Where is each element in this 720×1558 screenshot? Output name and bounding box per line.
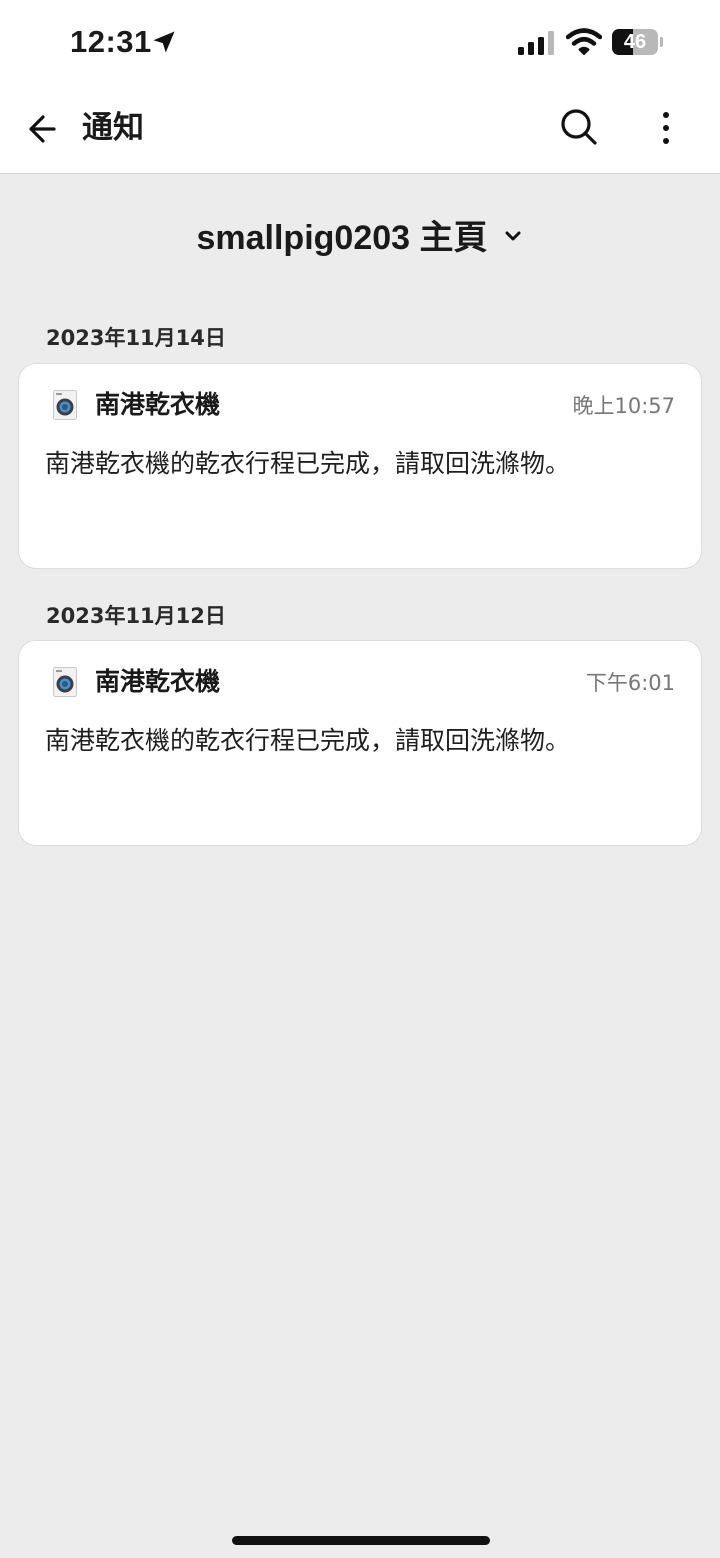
notification-card[interactable]: 南港乾衣機 下午6:01 南港乾衣機的乾衣行程已完成，請取回洗滌物。 — [18, 640, 702, 846]
notification-time: 下午6:01 — [585, 671, 675, 695]
status-time: 12:31 — [70, 24, 152, 59]
battery-level: 46 — [623, 31, 647, 53]
home-indicator[interactable] — [232, 1536, 490, 1545]
device-name: 南港乾衣機 — [95, 390, 221, 419]
location-arrow-icon — [153, 31, 175, 53]
home-selector-label: smallpig0203 主頁 — [196, 218, 488, 257]
app-header: 通知 — [0, 88, 720, 174]
battery-body: 46 — [612, 29, 658, 55]
notification-time: 晚上10:57 — [572, 394, 675, 418]
back-arrow-icon[interactable] — [24, 108, 66, 150]
more-vertical-icon[interactable] — [644, 106, 688, 150]
notification-message: 南港乾衣機的乾衣行程已完成，請取回洗滌物。 — [45, 726, 571, 755]
notification-card[interactable]: 南港乾衣機 晚上10:57 南港乾衣機的乾衣行程已完成，請取回洗滌物。 — [18, 363, 702, 569]
dryer-icon — [53, 667, 77, 697]
battery-icon: 46 — [612, 29, 663, 55]
device-name: 南港乾衣機 — [95, 667, 221, 696]
date-header: 2023年11月12日 — [46, 604, 226, 628]
dryer-icon — [53, 390, 77, 420]
search-icon[interactable] — [556, 104, 602, 150]
page-title: 通知 — [82, 110, 144, 146]
chevron-down-icon — [505, 231, 520, 241]
status-bar: 12:31 46 — [0, 0, 720, 88]
notification-message: 南港乾衣機的乾衣行程已完成，請取回洗滌物。 — [45, 449, 571, 478]
battery-tip — [660, 37, 663, 47]
cellular-signal-icon — [518, 31, 554, 55]
wifi-icon — [566, 28, 602, 55]
home-selector[interactable]: smallpig0203 主頁 — [0, 208, 720, 260]
date-header: 2023年11月14日 — [46, 326, 226, 350]
